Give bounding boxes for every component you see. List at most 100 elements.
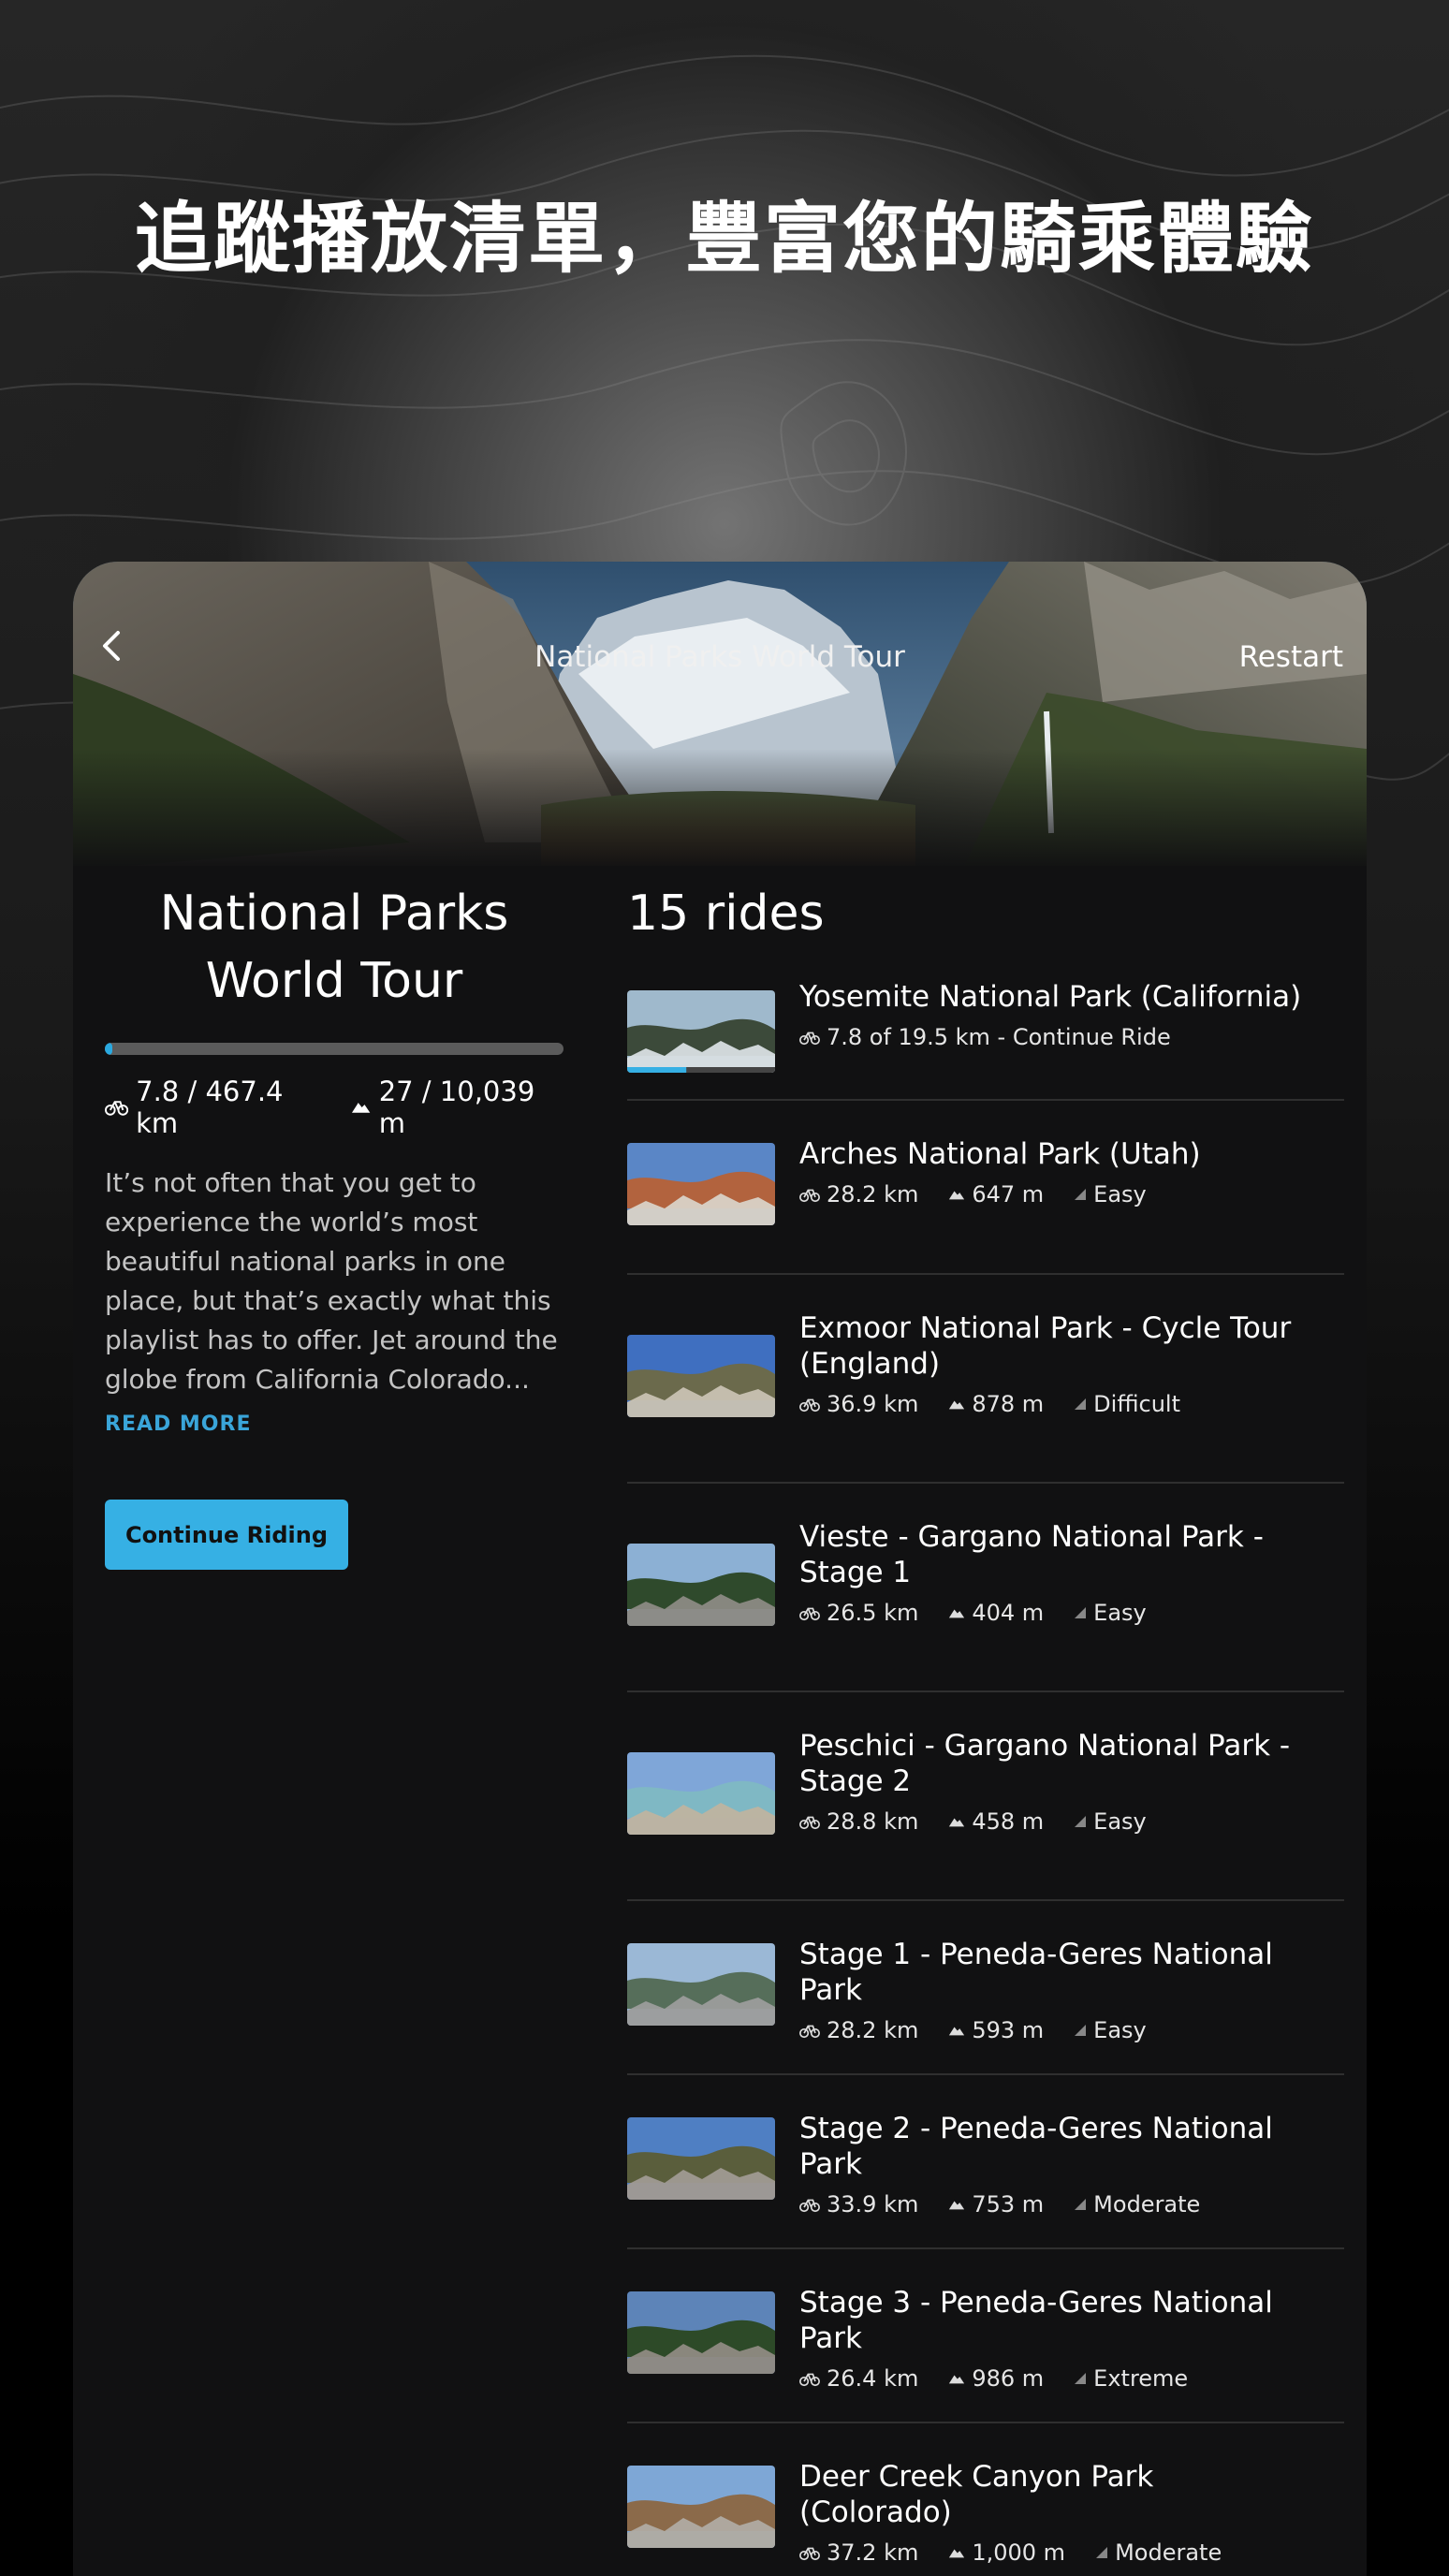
ride-difficulty: Easy [1093, 2017, 1147, 2043]
ride-thumbnail [627, 1751, 775, 1835]
ride-distance: 28.8 km [827, 1808, 919, 1835]
ride-name: Arches National Park (Utah) [799, 1137, 1201, 1171]
ride-row[interactable]: Deer Creek Canyon Park (Colorado) 37.2 km… [627, 2423, 1344, 2576]
ride-info: Stage 1 - Peneda-Geres National Park 28.2… [799, 1937, 1307, 2043]
elevation-icon [949, 2374, 965, 2383]
ride-thumbnail [627, 2117, 775, 2200]
elevation-icon [949, 2548, 965, 2557]
ride-elevation: 647 m [972, 1181, 1045, 1208]
difficulty-icon [1075, 1816, 1087, 1827]
ride-list: Yosemite National Park (California) 7.8 o… [627, 962, 1344, 2576]
playlist-description: It’s not often that you get to experienc… [105, 1167, 558, 1395]
bike-icon [799, 1189, 820, 1202]
ride-distance: 7.8 of 19.5 km - Continue Ride [827, 1024, 1171, 1050]
hero-banner: National Parks World Tour Restart [73, 562, 1367, 866]
ride-info: Stage 2 - Peneda-Geres National Park 33.9… [799, 2111, 1307, 2217]
ride-row[interactable]: Stage 2 - Peneda-Geres National Park 33.9… [627, 2075, 1344, 2249]
difficulty-icon [1075, 2025, 1087, 2036]
difficulty-icon [1075, 1607, 1087, 1618]
ride-thumbnail [627, 1143, 775, 1225]
ride-thumbnail [627, 1334, 775, 1417]
ride-row[interactable]: Arches National Park (Utah) 28.2 km 647 m E… [627, 1101, 1344, 1275]
elevation-icon [949, 2026, 965, 2035]
ride-elevation: 458 m [972, 1808, 1045, 1835]
ride-info: Vieste - Gargano National Park - Stage 1… [799, 1519, 1307, 1626]
ride-distance: 36.9 km [827, 1391, 919, 1417]
ride-elevation: 878 m [972, 1391, 1045, 1417]
elevation-icon [352, 1103, 371, 1113]
elevation-icon [949, 2200, 965, 2209]
difficulty-icon [1075, 2373, 1087, 2384]
restart-button[interactable]: Restart [1239, 640, 1343, 674]
ride-elevation: 1,000 m [972, 2539, 1066, 2566]
ride-info: Exmoor National Park - Cycle Tour (Engla… [799, 1310, 1307, 1417]
playlist-title: National Parks World Tour [105, 880, 564, 1015]
bike-icon [105, 1101, 129, 1116]
ride-thumbnail [627, 2466, 775, 2548]
ride-distance: 37.2 km [827, 2539, 919, 2566]
app-screen: National Parks World Tour Restart Nation… [73, 562, 1367, 2576]
read-more-link[interactable]: READ MORE [105, 1412, 564, 1436]
ride-row[interactable]: Stage 1 - Peneda-Geres National Park 28.2… [627, 1901, 1344, 2075]
ride-name: Peschici - Gargano National Park - Stage… [799, 1729, 1291, 1798]
ride-row[interactable]: Exmoor National Park - Cycle Tour (Engla… [627, 1275, 1344, 1484]
bike-icon [799, 1816, 820, 1829]
playlist-elevation: 27 / 10,039 m [378, 1076, 535, 1139]
hero-fade [73, 749, 1367, 866]
ride-name: Exmoor National Park - Cycle Tour (Engla… [799, 1311, 1292, 1381]
elevation-icon [949, 1608, 965, 1617]
rides-count: 15 rides [627, 886, 825, 942]
ride-row[interactable]: Peschici - Gargano National Park - Stage… [627, 1692, 1344, 1901]
difficulty-icon [1075, 2199, 1087, 2210]
ride-row[interactable]: Yosemite National Park (California) 7.8 o… [627, 962, 1344, 1101]
ride-difficulty: Moderate [1093, 2191, 1201, 2217]
ride-info: Arches National Park (Utah) 28.2 km 647 m E… [799, 1136, 1307, 1208]
ride-name: Stage 2 - Peneda-Geres National Park [799, 2112, 1273, 2181]
ride-difficulty: Extreme [1093, 2365, 1189, 2392]
rides-panel: 15 rides Yosemite National Park (Califor… [627, 880, 1344, 2576]
ride-distance: 26.5 km [827, 1600, 919, 1626]
playlist-progress-bar [105, 1043, 564, 1055]
bike-icon [799, 2199, 820, 2212]
ride-meta: 28.2 km 593 m Easy [799, 2017, 1307, 2043]
playlist-distance: 7.8 / 467.4 km [136, 1076, 284, 1139]
ride-difficulty: Easy [1093, 1808, 1147, 1835]
header-title: National Parks World Tour [534, 640, 905, 674]
ride-meta: 36.9 km 878 m Difficult [799, 1391, 1307, 1417]
ride-name: Stage 3 - Peneda-Geres National Park [799, 2286, 1273, 2355]
ride-distance: 33.9 km [827, 2191, 919, 2217]
ride-name: Vieste - Gargano National Park - Stage 1 [799, 1520, 1264, 1589]
ride-difficulty: Moderate [1115, 2539, 1222, 2566]
difficulty-icon [1075, 1398, 1087, 1410]
ride-meta: 26.4 km 986 m Extreme [799, 2365, 1307, 2392]
ride-info: Stage 3 - Peneda-Geres National Park 26.4… [799, 2285, 1307, 2392]
ride-row[interactable]: Stage 3 - Peneda-Geres National Park 26.4… [627, 2249, 1344, 2423]
ride-info: Deer Creek Canyon Park (Colorado) 37.2 km… [799, 2459, 1307, 2566]
elevation-icon [949, 1817, 965, 1826]
ride-difficulty: Easy [1093, 1181, 1147, 1208]
ride-row[interactable]: Vieste - Gargano National Park - Stage 1… [627, 1484, 1344, 1692]
ride-meta: 37.2 km 1,000 m Moderate [799, 2539, 1307, 2566]
playlist-title-line2: World Tour [205, 953, 463, 1009]
bike-icon [799, 1607, 820, 1620]
elevation-icon [949, 1190, 965, 1199]
ride-elevation: 404 m [972, 1600, 1045, 1626]
ride-name: Yosemite National Park (California) [799, 980, 1302, 1014]
ride-meta: 26.5 km 404 m Easy [799, 1600, 1307, 1626]
ride-name: Stage 1 - Peneda-Geres National Park [799, 1938, 1273, 2007]
ride-distance: 28.2 km [827, 1181, 919, 1208]
ride-name: Deer Creek Canyon Park (Colorado) [799, 2460, 1154, 2529]
ride-distance: 28.2 km [827, 2017, 919, 2043]
ride-thumbnail [627, 1543, 775, 1626]
ride-meta: 7.8 of 19.5 km - Continue Ride [799, 1024, 1307, 1050]
ride-info: Peschici - Gargano National Park - Stage… [799, 1728, 1307, 1835]
bike-icon [799, 1032, 820, 1045]
continue-riding-button[interactable]: Continue Riding [105, 1500, 348, 1570]
ride-meta: 33.9 km 753 m Moderate [799, 2191, 1307, 2217]
ride-info: Yosemite National Park (California) 7.8 o… [799, 979, 1307, 1050]
ride-difficulty: Easy [1093, 1600, 1147, 1626]
ride-thumbnail [627, 990, 775, 1073]
ride-difficulty: Difficult [1093, 1391, 1181, 1417]
bike-icon [799, 1398, 820, 1412]
difficulty-icon [1096, 2547, 1108, 2558]
